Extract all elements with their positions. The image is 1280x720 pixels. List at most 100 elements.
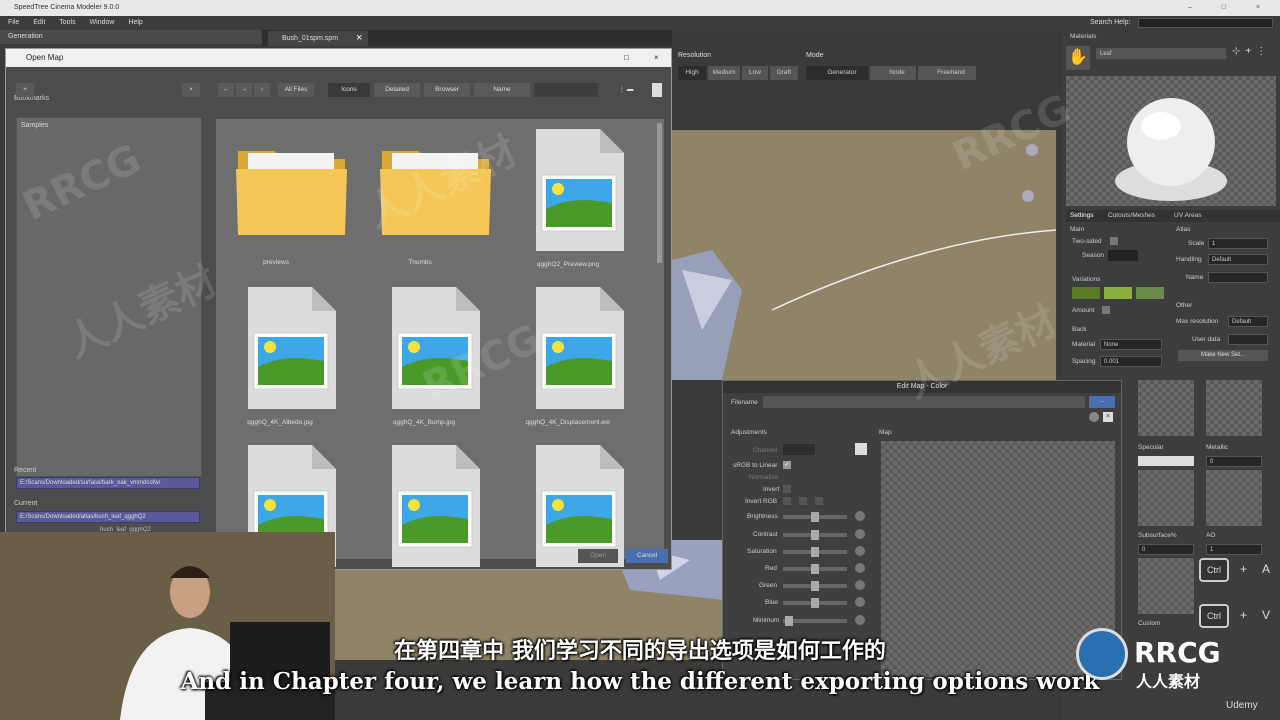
variation-swatch-3[interactable]: [1136, 287, 1164, 299]
mode-node-button[interactable]: Node: [870, 66, 916, 80]
user-data-field[interactable]: [1228, 334, 1268, 345]
bookmark-samples[interactable]: Samples: [17, 118, 201, 133]
browse-button[interactable]: ...: [1089, 396, 1115, 408]
invert-r-checkbox[interactable]: [783, 497, 791, 505]
season-field[interactable]: [1108, 250, 1138, 261]
atlas-name-field[interactable]: [1208, 272, 1268, 283]
file-item[interactable]: [364, 445, 484, 595]
make-new-set-button[interactable]: Make New Set...: [1178, 350, 1268, 361]
document-tab[interactable]: Bush_01spm.spm ×: [268, 31, 368, 46]
map-slot-2[interactable]: [1206, 380, 1262, 436]
menu-edit[interactable]: Edit: [33, 19, 45, 26]
filter-all-files-button[interactable]: All Files: [278, 83, 314, 97]
mode-generator-button[interactable]: Generator: [806, 66, 868, 80]
zoom-slider[interactable]: ⋮ ▬: [608, 83, 644, 97]
menu-tools[interactable]: Tools: [59, 19, 75, 26]
close-tab-icon[interactable]: ×: [356, 31, 362, 46]
invert-checkbox[interactable]: [783, 485, 791, 493]
clear-icon[interactable]: ×: [1103, 412, 1113, 422]
open-button[interactable]: Open: [578, 549, 618, 563]
spacing-label: Spacing: [1072, 358, 1096, 365]
logo-text: RRCG: [1134, 636, 1221, 669]
two-sided-checkbox[interactable]: [1110, 237, 1118, 245]
metallic-field[interactable]: 0: [1206, 456, 1262, 467]
add-bookmark-button[interactable]: +: [16, 83, 34, 97]
view-icons-button[interactable]: Icons: [328, 83, 370, 97]
contrast-slider[interactable]: [783, 530, 847, 540]
invert-b-checkbox[interactable]: [815, 497, 823, 505]
material-name-dropdown[interactable]: Leaf: [1096, 48, 1226, 59]
menu-file[interactable]: File: [8, 19, 19, 26]
max-resolution-dropdown[interactable]: Default: [1228, 316, 1268, 327]
back-material-dropdown[interactable]: None: [1100, 339, 1162, 350]
search-input[interactable]: [1138, 18, 1273, 28]
cancel-button[interactable]: Cancel: [626, 549, 668, 563]
back-arrow-icon[interactable]: ←: [218, 83, 234, 97]
tab-cutouts-meshes[interactable]: Cutouts/Meshes: [1108, 212, 1155, 219]
menu-help[interactable]: Help: [128, 19, 142, 26]
material-actions-icon[interactable]: ⊹+⋮: [1232, 46, 1271, 57]
saturation-slider[interactable]: [783, 547, 847, 557]
hand-icon[interactable]: ✋: [1066, 46, 1090, 70]
subsurface-field[interactable]: 0: [1138, 544, 1194, 555]
sort-dropdown[interactable]: Name: [474, 83, 530, 97]
forward-arrow-icon[interactable]: →: [236, 83, 252, 97]
blue-slider[interactable]: [783, 598, 847, 608]
keycap-ctrl: Ctrl: [1199, 558, 1229, 582]
menu-window[interactable]: Window: [90, 19, 115, 26]
red-reset-icon[interactable]: [855, 563, 865, 573]
tab-settings[interactable]: Settings: [1070, 212, 1094, 219]
specular-color[interactable]: [1138, 456, 1194, 466]
filter-input[interactable]: [534, 83, 598, 97]
ao-field[interactable]: 1: [1206, 544, 1262, 555]
amount-slider[interactable]: [1102, 306, 1110, 314]
srgb-checkbox[interactable]: ✓: [783, 461, 791, 469]
green-reset-icon[interactable]: [855, 580, 865, 590]
up-arrow-icon[interactable]: ↑: [254, 83, 270, 97]
resolution-medium-button[interactable]: Medium: [708, 66, 740, 80]
remove-bookmark-button[interactable]: ×: [182, 83, 200, 97]
tab-uv-areas[interactable]: UV Areas: [1174, 212, 1201, 219]
mode-freehand-button[interactable]: Freehand: [918, 66, 976, 80]
scale-field[interactable]: 1: [1208, 238, 1268, 249]
map-slot-5[interactable]: [1138, 558, 1194, 614]
variation-swatch-1[interactable]: [1072, 287, 1100, 299]
grid-toggle-icon[interactable]: [652, 83, 662, 97]
green-slider[interactable]: [783, 581, 847, 591]
spacing-field[interactable]: 0.001: [1100, 356, 1162, 367]
refresh-icon[interactable]: [1089, 412, 1099, 422]
file-item[interactable]: qgghQ2_Preview.png: [508, 129, 628, 279]
current-path-field[interactable]: E:/Scans/Downloaded/atlas/bush_leaf_qggh…: [16, 511, 200, 523]
resolution-high-button[interactable]: High: [678, 66, 706, 80]
close-dialog-icon[interactable]: ×: [654, 49, 659, 67]
minimum-slider[interactable]: [783, 616, 847, 626]
channel-dropdown[interactable]: [783, 444, 815, 455]
brightness-slider[interactable]: [783, 512, 847, 522]
view-detailed-button[interactable]: Detailed: [374, 83, 420, 97]
invert-g-checkbox[interactable]: [799, 497, 807, 505]
blue-reset-icon[interactable]: [855, 597, 865, 607]
contrast-reset-icon[interactable]: [855, 529, 865, 539]
map-slot-1[interactable]: [1138, 380, 1194, 436]
map-slot-3[interactable]: [1138, 470, 1194, 526]
file-item[interactable]: [508, 445, 628, 595]
resolution-draft-button[interactable]: Draft: [770, 66, 798, 80]
file-pane-scrollbar[interactable]: [657, 123, 662, 263]
maximize-icon[interactable]: □: [624, 49, 629, 67]
resolution-low-button[interactable]: Low: [742, 66, 768, 80]
file-item[interactable]: qgghQ_4K_Albedo.jpg: [220, 287, 340, 437]
generation-title: Generation: [8, 33, 43, 40]
saturation-reset-icon[interactable]: [855, 546, 865, 556]
map-slot-4[interactable]: [1206, 470, 1262, 526]
red-slider[interactable]: [783, 564, 847, 574]
handling-dropdown[interactable]: Default: [1208, 254, 1268, 265]
recent-path-field[interactable]: E:/Scans/Downloaded/surface/bark_oak_vmm…: [16, 477, 200, 489]
resolution-label: Resolution: [678, 52, 712, 59]
variation-swatch-2[interactable]: [1104, 287, 1132, 299]
copy-icon[interactable]: [855, 443, 867, 455]
view-browser-button[interactable]: Browser: [424, 83, 470, 97]
window-controls[interactable]: – □ ×: [1188, 0, 1274, 16]
minimum-reset-icon[interactable]: [855, 615, 865, 625]
file-item[interactable]: previews: [216, 127, 347, 277]
brightness-reset-icon[interactable]: [855, 511, 865, 521]
